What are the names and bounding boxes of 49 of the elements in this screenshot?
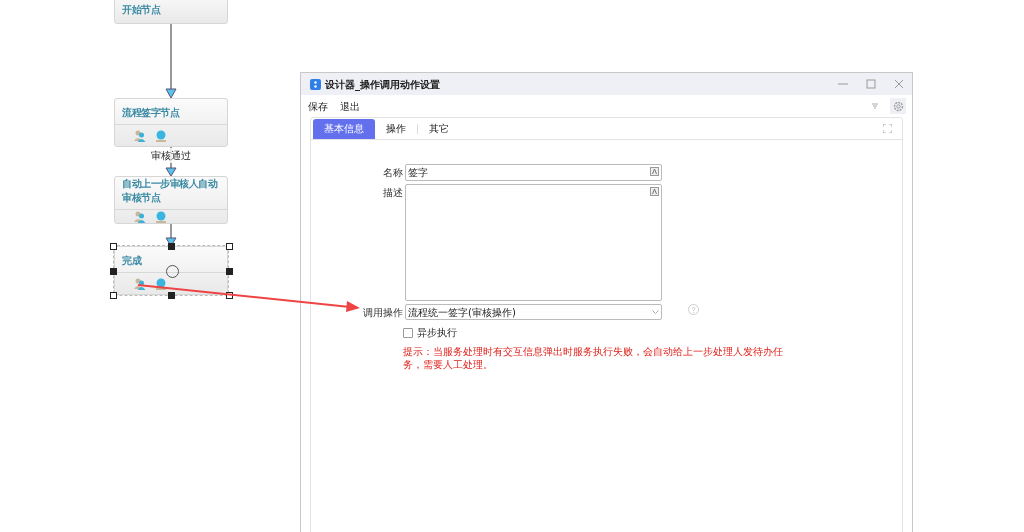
tab[interactable]: 基本信息 [313, 118, 375, 139]
user-icon [134, 129, 146, 142]
field-label: 描述 [382, 186, 404, 200]
tab[interactable]: 操作 [375, 118, 417, 139]
text-field[interactable]: 签字 [405, 164, 662, 181]
resize-handle[interactable] [226, 243, 233, 250]
resize-handle[interactable] [168, 243, 175, 250]
field-label: 调用操作 [362, 306, 404, 320]
user-icon [134, 210, 146, 223]
hint-text: 提示：当服务处理时有交互信息弹出时服务执行失败，会自动给上一步处理人发待办任务，需要人工处理。 [403, 345, 784, 371]
filter-icon[interactable] [872, 103, 878, 109]
node-title: 开始节点 [122, 3, 160, 17]
text-icon[interactable] [650, 187, 659, 196]
flow-node[interactable]: 开始节点 [114, 0, 228, 24]
field-label: 名称 [382, 166, 404, 180]
node-title: 流程签字节点 [122, 106, 179, 120]
globe-icon [155, 129, 167, 142]
user-icon [134, 277, 146, 290]
globe-icon [155, 210, 167, 223]
checkbox-label: 异步执行 [417, 326, 457, 340]
resize-handle[interactable] [110, 292, 117, 299]
resize-handle[interactable] [110, 267, 117, 275]
node-title: 自动上一步审核人自动审核节点 [122, 177, 219, 205]
node-title: 完成 [122, 254, 141, 268]
resize-handle[interactable] [226, 267, 233, 275]
menu-item[interactable]: 退出 [340, 98, 360, 114]
close-icon[interactable] [894, 79, 904, 89]
resize-handle[interactable] [226, 292, 233, 299]
menu-item[interactable]: 保存 [308, 98, 328, 114]
resize-handle[interactable] [110, 243, 117, 250]
resize-handle[interactable] [168, 292, 175, 299]
flow-node[interactable]: 流程签字节点 [114, 98, 228, 147]
edge-label: 审核通过 [151, 148, 191, 163]
maximize-icon[interactable] [866, 79, 876, 89]
app-icon [310, 78, 321, 90]
checkbox[interactable] [403, 327, 413, 338]
settings-icon [892, 100, 904, 112]
tab[interactable]: 其它 [418, 118, 460, 139]
globe-icon [155, 277, 167, 290]
window-title: 设计器_操作调用动作设置 [325, 77, 441, 92]
flow-node[interactable]: 自动上一步审核人自动审核节点 [114, 176, 228, 224]
help-icon[interactable] [688, 304, 699, 315]
textarea-field[interactable] [405, 184, 662, 301]
select-field[interactable]: 流程统一签字(审核操作) [405, 304, 662, 320]
settings-button[interactable] [890, 98, 906, 114]
text-icon[interactable] [650, 167, 659, 176]
fullscreen-icon[interactable] [883, 124, 892, 133]
caret-icon [652, 310, 659, 314]
flow-node[interactable]: 完成 [114, 246, 228, 295]
